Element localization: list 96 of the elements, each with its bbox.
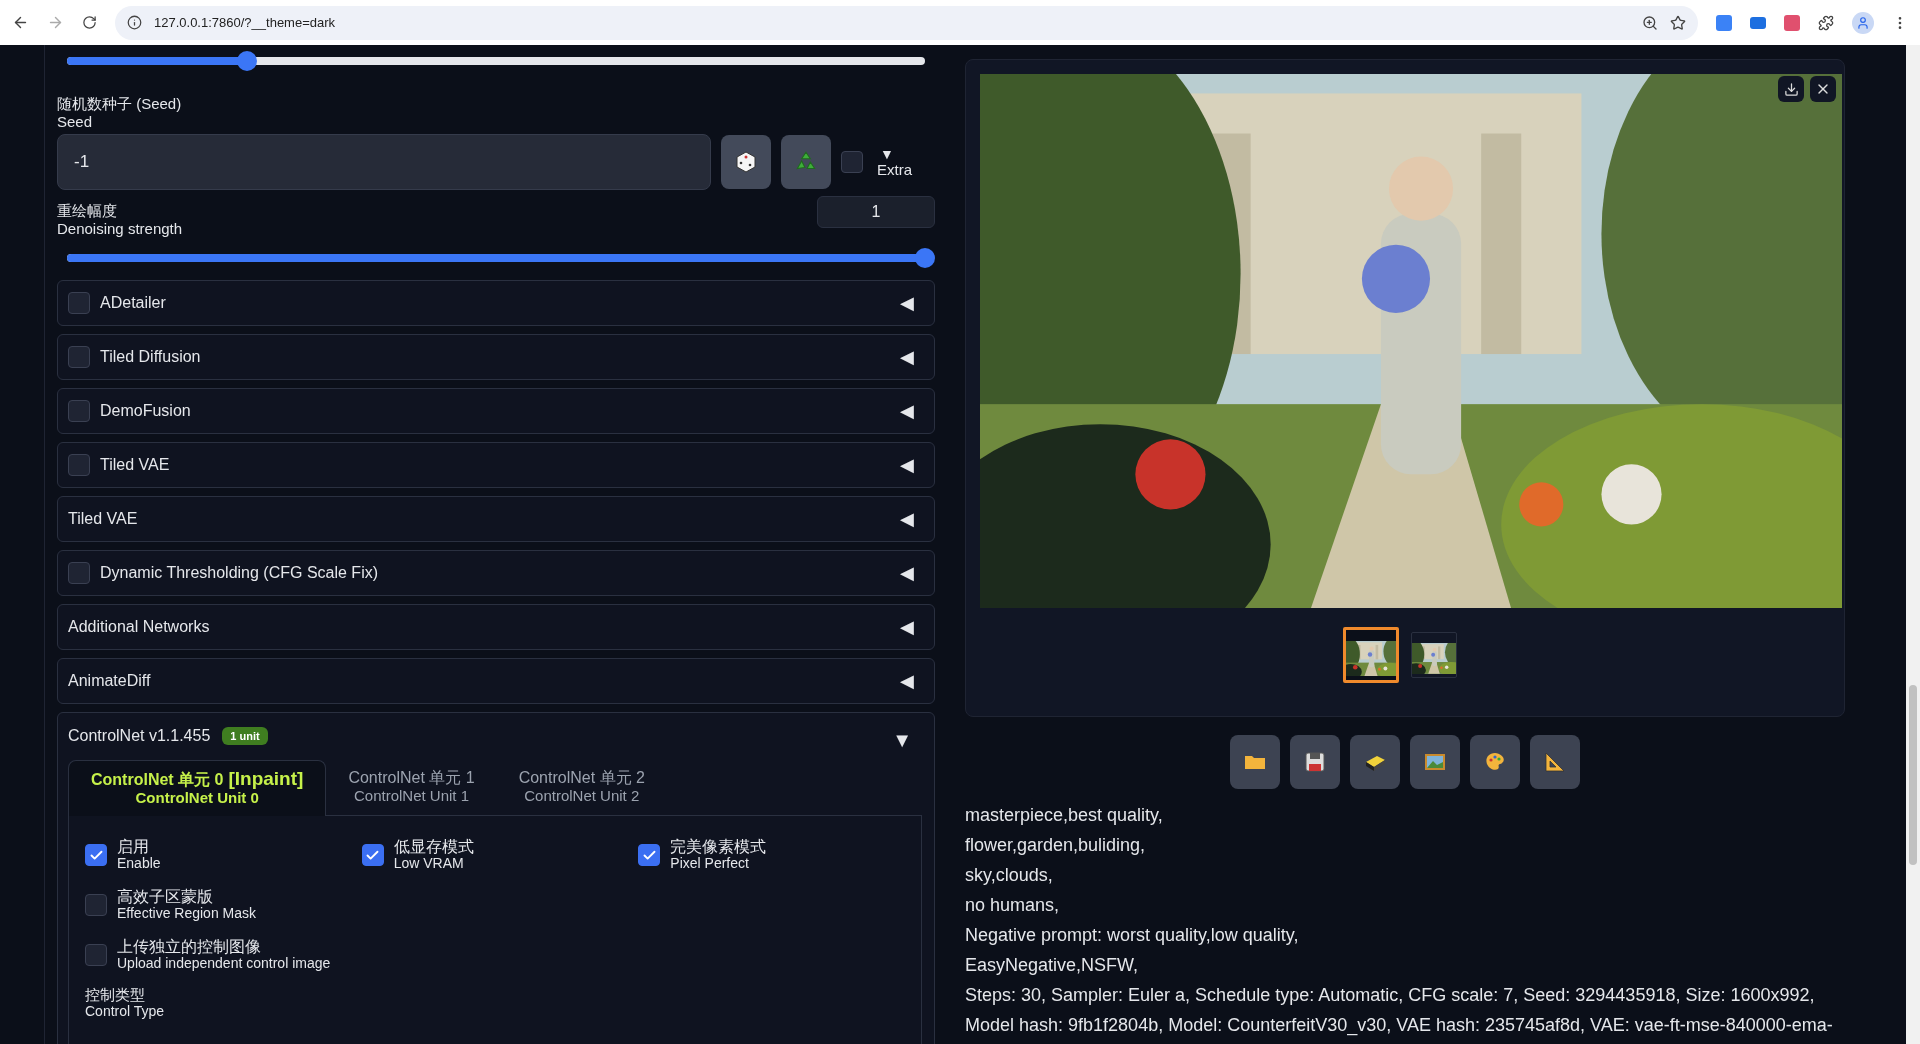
checkbox[interactable] bbox=[638, 844, 661, 866]
slider-thumb[interactable] bbox=[915, 248, 935, 268]
accordion-header[interactable]: ADetailer ◀ bbox=[57, 280, 935, 326]
collapse-arrow[interactable]: ◀ bbox=[900, 505, 914, 533]
folder-button[interactable] bbox=[1230, 735, 1280, 789]
collapse-arrow[interactable]: ◀ bbox=[900, 667, 914, 695]
download-button[interactable] bbox=[1778, 76, 1804, 102]
profile-icon[interactable] bbox=[1852, 11, 1874, 34]
option-sublabel: Low VRAM bbox=[393, 855, 465, 872]
option-label: 完美像素模式 bbox=[670, 838, 767, 855]
thumbnail[interactable] bbox=[1343, 627, 1399, 683]
checkbox[interactable] bbox=[85, 844, 107, 866]
accordion-title: Tiled VAE bbox=[68, 509, 139, 529]
control-type-sublabel: Control Type bbox=[85, 1003, 166, 1020]
accordion-header[interactable]: AnimateDiff ◀ bbox=[57, 658, 935, 704]
denoising-sublabel: Denoising strength bbox=[57, 220, 183, 238]
unit-tab[interactable]: ControlNet 单元 0 [Inpaint] ControlNet Unit 0 bbox=[68, 760, 327, 816]
collapse-arrow[interactable]: ◀ bbox=[900, 451, 914, 479]
seed-sublabel: Seed bbox=[57, 113, 94, 131]
image-button[interactable] bbox=[1410, 735, 1460, 789]
slider-thumb[interactable] bbox=[237, 51, 258, 71]
option-label: 高效子区蒙版 bbox=[117, 888, 214, 905]
triangle-label: ▼ bbox=[880, 146, 894, 162]
save-icon bbox=[1303, 750, 1327, 774]
palette-button[interactable] bbox=[1470, 735, 1520, 789]
generation-info-line: masterpiece,best quality, bbox=[965, 804, 1164, 827]
accordion-header[interactable]: Tiled Diffusion ◀ bbox=[57, 334, 935, 380]
option-sublabel: Effective Region Mask bbox=[117, 905, 257, 922]
accordion-title: Tiled VAE bbox=[100, 455, 171, 475]
extension-icon[interactable] bbox=[1716, 14, 1732, 31]
checkbox[interactable] bbox=[68, 292, 90, 314]
extension-icon[interactable] bbox=[1750, 16, 1766, 29]
back-icon[interactable] bbox=[12, 14, 29, 31]
save-button[interactable] bbox=[1290, 735, 1340, 789]
download-icon bbox=[1783, 81, 1799, 97]
generation-info-line: EasyNegative,NSFW, bbox=[965, 954, 1140, 977]
accordion-header[interactable]: Tiled VAE ◀ bbox=[57, 442, 935, 488]
accordion-header[interactable]: Additional Networks ◀ bbox=[57, 604, 935, 650]
accordion-title: ControlNet v1.1.455 bbox=[68, 726, 211, 746]
denoising-label: 重绘幅度 bbox=[57, 202, 118, 220]
checkbox[interactable] bbox=[68, 454, 90, 476]
option-sublabel: Upload independent control image bbox=[117, 955, 331, 972]
accordion-title: Additional Networks bbox=[68, 617, 211, 637]
option-label: 低显存模式 bbox=[393, 838, 474, 855]
collapse-arrow[interactable]: ▼ bbox=[892, 725, 912, 755]
checkbox[interactable] bbox=[85, 894, 107, 916]
accordion-header[interactable]: Dynamic Thresholding (CFG Scale Fix) ◀ bbox=[57, 550, 935, 596]
option-label: 上传独立的控制图像 bbox=[117, 938, 262, 955]
accordion-title: Tiled Diffusion bbox=[100, 347, 202, 367]
scrollbar-thumb[interactable] bbox=[1909, 685, 1917, 865]
generation-info-line: Steps: 30, Sampler: Euler a, Schedule type: Automatic, CFG scale: 7, Seed: 3294435918, Size: 1600x992, bbox=[965, 984, 1816, 1007]
generation-info-line: sky,clouds, bbox=[965, 864, 1054, 887]
extra-label: Extra bbox=[877, 162, 912, 178]
ruler-button[interactable] bbox=[1530, 735, 1580, 789]
generation-info-line: Negative prompt: worst quality,low quality, bbox=[965, 924, 1300, 947]
unit-tab[interactable]: ControlNet 单元 2 ControlNet Unit 2 bbox=[496, 759, 667, 815]
collapse-arrow[interactable]: ◀ bbox=[900, 559, 914, 587]
accordion-header[interactable]: Tiled VAE ◀ bbox=[57, 496, 935, 542]
reload-icon[interactable] bbox=[82, 15, 97, 30]
accordion-title: ADetailer bbox=[100, 293, 167, 313]
unit-tab[interactable]: ControlNet 单元 1 ControlNet Unit 1 bbox=[326, 759, 497, 815]
generation-info-line: no humans, bbox=[965, 894, 1061, 917]
generation-info-line: flower,garden,buliding, bbox=[965, 834, 1147, 857]
accordion-title: Dynamic Thresholding (CFG Scale Fix) bbox=[100, 563, 379, 583]
zoom-icon[interactable] bbox=[1642, 14, 1658, 31]
option-sublabel: Enable bbox=[117, 855, 161, 872]
dice-button[interactable] bbox=[721, 135, 771, 189]
control-type-label: 控制类型 bbox=[85, 986, 146, 1003]
bookmark-icon[interactable] bbox=[1670, 14, 1686, 31]
checkbox[interactable] bbox=[68, 562, 90, 584]
extension-icon[interactable] bbox=[1784, 14, 1800, 31]
checkbox[interactable] bbox=[361, 844, 384, 866]
collapse-arrow[interactable]: ◀ bbox=[900, 343, 914, 371]
accordion-title: AnimateDiff bbox=[68, 671, 152, 691]
dice-icon bbox=[734, 150, 758, 174]
checkbox[interactable] bbox=[85, 944, 107, 966]
checkbox[interactable] bbox=[68, 346, 90, 368]
checkbox[interactable] bbox=[68, 400, 90, 422]
extra-checkbox[interactable] bbox=[841, 151, 863, 173]
option-sublabel: Pixel Perfect bbox=[670, 855, 750, 872]
address-bar[interactable]: 127.0.0.1:7860/?__theme=dark bbox=[115, 5, 1698, 40]
info-icon bbox=[127, 15, 142, 30]
accordion-header[interactable]: DemoFusion ◀ bbox=[57, 388, 935, 434]
collapse-arrow[interactable]: ◀ bbox=[900, 613, 914, 641]
collapse-arrow[interactable]: ◀ bbox=[900, 397, 914, 425]
accordion-title: DemoFusion bbox=[100, 401, 192, 421]
generation-info-line: Model hash: 9fb1f2804b, Model: CounterfeitV30_v30, VAE hash: 235745af8d, VAE: vae-ft-mse-840000-ema- bbox=[965, 1014, 1834, 1037]
thumbnail[interactable] bbox=[1411, 632, 1457, 678]
option-label: 启用 bbox=[117, 838, 150, 855]
unit-badge: 1 unit bbox=[222, 726, 268, 746]
denoising-field[interactable]: 1 bbox=[817, 196, 935, 228]
seed-field[interactable]: -1 bbox=[57, 134, 711, 190]
seed-label: 随机数种子 (Seed) bbox=[57, 95, 183, 113]
extensions-icon[interactable] bbox=[1818, 14, 1834, 31]
collapse-arrow[interactable]: ◀ bbox=[900, 289, 914, 317]
close-button[interactable] bbox=[1810, 76, 1836, 102]
